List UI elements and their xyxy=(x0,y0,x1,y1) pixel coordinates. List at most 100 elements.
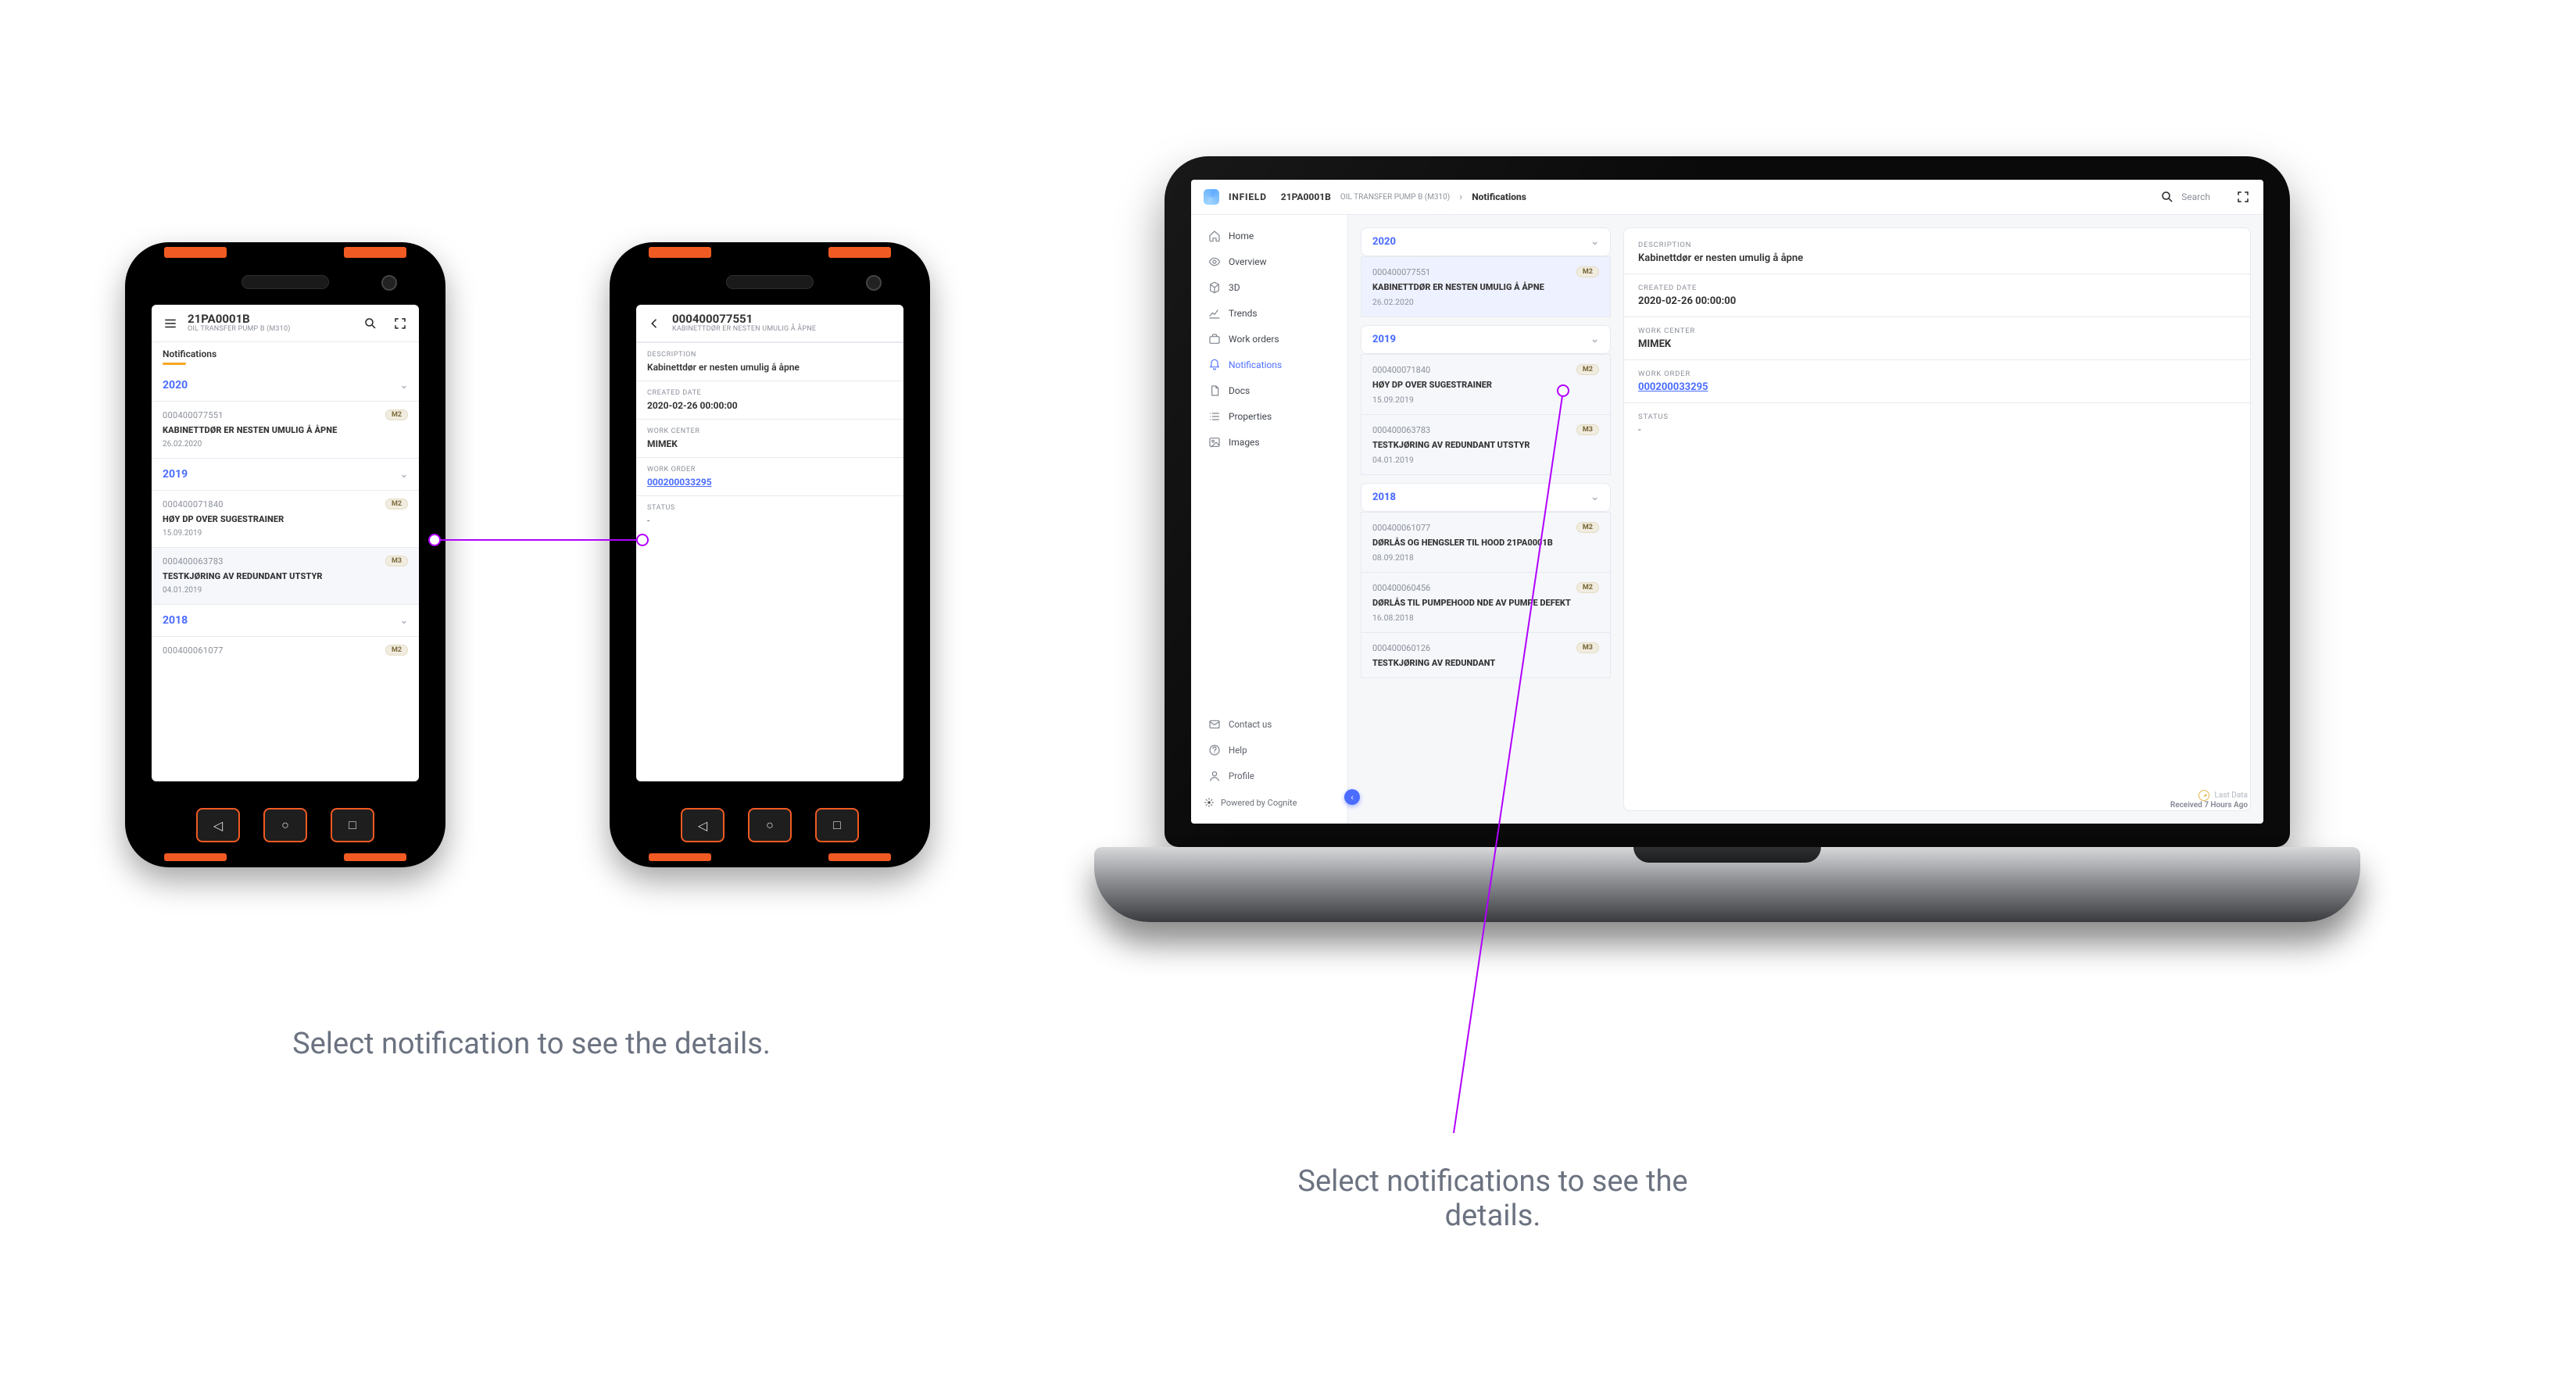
phone-screen-notifications: 21PA0001B OIL TRANSFER PUMP B (M310) Not… xyxy=(152,305,419,781)
work-order-link[interactable]: 000200033295 xyxy=(647,477,893,488)
detail-description: DESCRIPTION Kabinettdør er nesten umulig… xyxy=(636,342,903,381)
sidebar-item-label: Work orders xyxy=(1229,334,1279,345)
expand-icon[interactable] xyxy=(2235,189,2251,205)
search-icon xyxy=(2159,189,2175,205)
image-icon xyxy=(1208,436,1221,449)
sidebar-item-images[interactable]: Images xyxy=(1196,430,1343,455)
callout-dot xyxy=(636,534,649,546)
last-data-indicator: Last Data Received 7 Hours Ago xyxy=(2170,790,2248,810)
year-header[interactable]: 2019⌄ xyxy=(152,458,419,490)
notification-item[interactable]: 000400060126M3 TESTKJØRING AV REDUNDANT xyxy=(1361,633,1611,678)
topbar: INFIELD 21PA0001B OIL TRANSFER PUMP B (M… xyxy=(1191,180,2263,215)
sidebar-item-label: Trends xyxy=(1229,308,1258,319)
recent-button[interactable]: □ xyxy=(815,808,859,842)
briefcase-icon xyxy=(1208,333,1221,345)
detail-title: 000400077551 Kabinettdør er nesten umuli… xyxy=(672,313,893,334)
doc-icon xyxy=(1208,384,1221,397)
sidebar-item-label: Docs xyxy=(1229,385,1250,396)
laptop-device: INFIELD 21PA0001B OIL TRANSFER PUMP B (M… xyxy=(1094,156,2360,922)
callout-dot xyxy=(428,534,441,546)
back-button[interactable]: ◁ xyxy=(196,808,240,842)
rugged-phone-device: 21PA0001B OIL TRANSFER PUMP B (M310) Not… xyxy=(125,242,445,867)
phone-nav-buttons: ◁ ○ □ xyxy=(125,803,445,847)
year-header[interactable]: 2020⌄ xyxy=(152,370,419,401)
notification-item[interactable]: 000400077551M2 KABINETTDØR ER NESTEN UMU… xyxy=(152,401,419,458)
eye-icon xyxy=(1208,256,1221,268)
mail-icon xyxy=(1208,718,1221,731)
tab-notifications[interactable]: Notifications xyxy=(163,348,408,359)
work-order-link[interactable]: 000200033295 xyxy=(1638,381,2236,393)
back-button[interactable]: ◁ xyxy=(681,808,724,842)
breadcrumb-asset-sub: OIL TRANSFER PUMP B (M310) xyxy=(1340,193,1450,202)
desktop-caption: Select notifications to see thedetails. xyxy=(1274,1164,1712,1233)
cube-icon xyxy=(1208,281,1221,294)
year-header[interactable]: 2018⌄ xyxy=(1361,483,1611,512)
sidebar-item-help[interactable]: Help xyxy=(1196,738,1343,763)
notification-item[interactable]: 000400071840M2 HØY DP OVER SUGESTRAINER … xyxy=(152,490,419,547)
phone-screen-detail: 000400077551 Kabinettdør er nesten umuli… xyxy=(636,305,903,781)
sidebar-item-properties[interactable]: Properties xyxy=(1196,404,1343,429)
sidebar-item-label: Profile xyxy=(1229,770,1254,781)
notification-item[interactable]: 000400077551M2 KABINETTDØR ER NESTEN UMU… xyxy=(1361,256,1611,317)
help-icon xyxy=(1208,744,1221,756)
sidebar-item-3d[interactable]: 3D xyxy=(1196,275,1343,300)
rugged-phone-device: 000400077551 Kabinettdør er nesten umuli… xyxy=(610,242,930,867)
sidebar-item-notifications[interactable]: Notifications xyxy=(1196,352,1343,377)
chevron-right-icon: › xyxy=(1459,191,1462,203)
bell-icon xyxy=(1208,359,1221,371)
list-icon xyxy=(1208,410,1221,423)
year-header[interactable]: 2018⌄ xyxy=(152,604,419,636)
user-icon xyxy=(1208,770,1221,782)
sidebar-item-profile[interactable]: Profile xyxy=(1196,763,1343,788)
home-button[interactable]: ○ xyxy=(748,808,792,842)
sidebar-item-overview[interactable]: Overview xyxy=(1196,249,1343,274)
notification-detail-panel: DESCRIPTIONKabinettdør er nesten umulig … xyxy=(1623,227,2251,811)
sidebar-item-work orders[interactable]: Work orders xyxy=(1196,327,1343,352)
sidebar: Home Overview 3D Trends Work orders Noti… xyxy=(1191,215,1348,824)
main-content: 2020⌄ 000400077551M2 KABINETTDØR ER NEST… xyxy=(1348,215,2263,824)
search-input[interactable]: Search xyxy=(2159,189,2210,205)
infield-app: INFIELD 21PA0001B OIL TRANSFER PUMP B (M… xyxy=(1191,180,2263,824)
notification-item[interactable]: 000400063783M3 TESTKJØRING AV REDUNDANT … xyxy=(152,547,419,604)
sidebar-item-label: Properties xyxy=(1229,411,1272,422)
notification-item[interactable]: 000400063783M3 TESTKJØRING AV REDUNDANT … xyxy=(1361,415,1611,475)
recent-button[interactable]: □ xyxy=(331,808,374,842)
notification-item[interactable]: 000400061077M2 xyxy=(152,636,419,665)
callout-dot xyxy=(1557,384,1569,397)
detail-created-date: CREATED DATE 2020-02-26 00:00:00 xyxy=(636,381,903,419)
notification-item[interactable]: 000400060456M2 DØRLÅS TIL PUMPEHOOD NDE … xyxy=(1361,573,1611,633)
sidebar-item-trends[interactable]: Trends xyxy=(1196,301,1343,326)
notification-item[interactable]: 000400061077M2 DØRLÅS OG HENGSLER TIL HO… xyxy=(1361,512,1611,573)
notification-item[interactable]: 000400071840M2 HØY DP OVER SUGESTRAINER … xyxy=(1361,354,1611,415)
collapse-sidebar-button[interactable]: ‹ xyxy=(1344,789,1360,805)
sidebar-item-label: Overview xyxy=(1229,256,1267,267)
home-icon xyxy=(1208,230,1221,242)
year-header[interactable]: 2020⌄ xyxy=(1361,227,1611,256)
detail-status: STATUS - xyxy=(636,495,903,534)
sidebar-item-contact us[interactable]: Contact us xyxy=(1196,712,1343,737)
menu-icon[interactable] xyxy=(163,316,178,331)
sidebar-item-label: Home xyxy=(1229,231,1254,241)
cognite-icon xyxy=(1204,797,1215,808)
notification-list: 2020⌄ 000400077551M2 KABINETTDØR ER NEST… xyxy=(1361,227,1611,811)
phone-nav-buttons: ◁ ○ □ xyxy=(610,803,930,847)
sidebar-item-home[interactable]: Home xyxy=(1196,223,1343,248)
brand-logo-icon xyxy=(1204,189,1219,205)
powered-by: Powered by Cognite xyxy=(1191,789,1347,816)
brand-name: INFIELD xyxy=(1229,191,1267,202)
sidebar-item-label: 3D xyxy=(1229,282,1240,293)
callout-line xyxy=(435,539,642,541)
sidebar-item-label: Contact us xyxy=(1229,719,1272,730)
mobile-caption: Select notification to see the details. xyxy=(242,1027,821,1061)
detail-work-order: WORK ORDER 000200033295 xyxy=(636,457,903,495)
sidebar-item-docs[interactable]: Docs xyxy=(1196,378,1343,403)
search-icon[interactable] xyxy=(363,316,378,331)
breadcrumb-asset[interactable]: 21PA0001B xyxy=(1281,191,1331,202)
year-header[interactable]: 2019⌄ xyxy=(1361,325,1611,354)
back-icon[interactable] xyxy=(647,316,663,331)
home-button[interactable]: ○ xyxy=(263,808,307,842)
clock-icon xyxy=(2199,790,2209,801)
sidebar-item-label: Help xyxy=(1229,745,1247,756)
asset-title: 21PA0001B OIL TRANSFER PUMP B (M310) xyxy=(188,313,349,334)
expand-icon[interactable] xyxy=(392,316,408,331)
